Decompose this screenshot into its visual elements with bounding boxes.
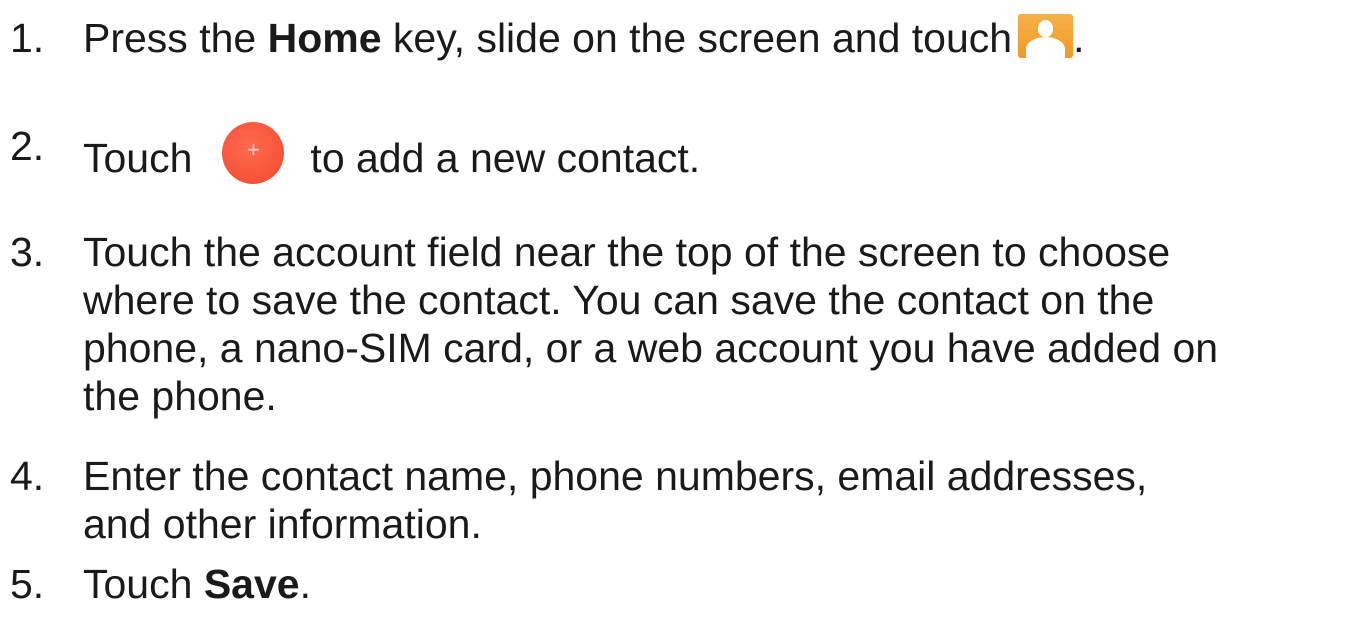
step-line: Touch the account field near the top of … bbox=[83, 229, 1171, 275]
step-text-part: Touch bbox=[83, 561, 204, 607]
step-number: 1. bbox=[10, 15, 45, 61]
step-text-part: . bbox=[299, 561, 311, 607]
step-text-part: Touch bbox=[83, 135, 193, 181]
step-line: Enter the contact name, phone numbers, e… bbox=[83, 453, 1148, 499]
step-text: Touch Save. bbox=[83, 560, 1353, 608]
step-line: phone, a nano-SIM card, or a web account… bbox=[83, 325, 1219, 371]
home-key-label: Home bbox=[267, 15, 382, 61]
contacts-icon-head bbox=[1038, 20, 1054, 37]
contacts-app-icon bbox=[1018, 14, 1074, 58]
step-text: Touch + to add a new contact. bbox=[83, 122, 1353, 184]
step-text-part: to add a new contact. bbox=[310, 135, 701, 181]
step-number: 4. bbox=[10, 453, 45, 499]
step-number: 2. bbox=[10, 123, 45, 169]
step-text-part: Press the bbox=[83, 15, 268, 61]
step-text-part: key, slide on the screen and touch bbox=[381, 15, 1013, 61]
contacts-icon-shoulders bbox=[1026, 37, 1066, 58]
step-number: 3. bbox=[10, 229, 45, 275]
add-contact-fab-icon: + bbox=[222, 122, 285, 184]
step-line: and other information. bbox=[83, 501, 482, 547]
save-label: Save bbox=[203, 561, 300, 607]
step-text: Touch the account field near the top of … bbox=[83, 228, 1353, 420]
step-line: where to save the contact. You can save … bbox=[83, 277, 1155, 323]
step-line: the phone. bbox=[83, 373, 277, 419]
step-number: 5. bbox=[10, 561, 45, 607]
step-text: Press the Home key, slide on the screen … bbox=[83, 14, 1353, 62]
step-text-part: . bbox=[1073, 15, 1085, 61]
plus-icon: + bbox=[246, 137, 260, 162]
step-text: Enter the contact name, phone numbers, e… bbox=[83, 452, 1353, 548]
